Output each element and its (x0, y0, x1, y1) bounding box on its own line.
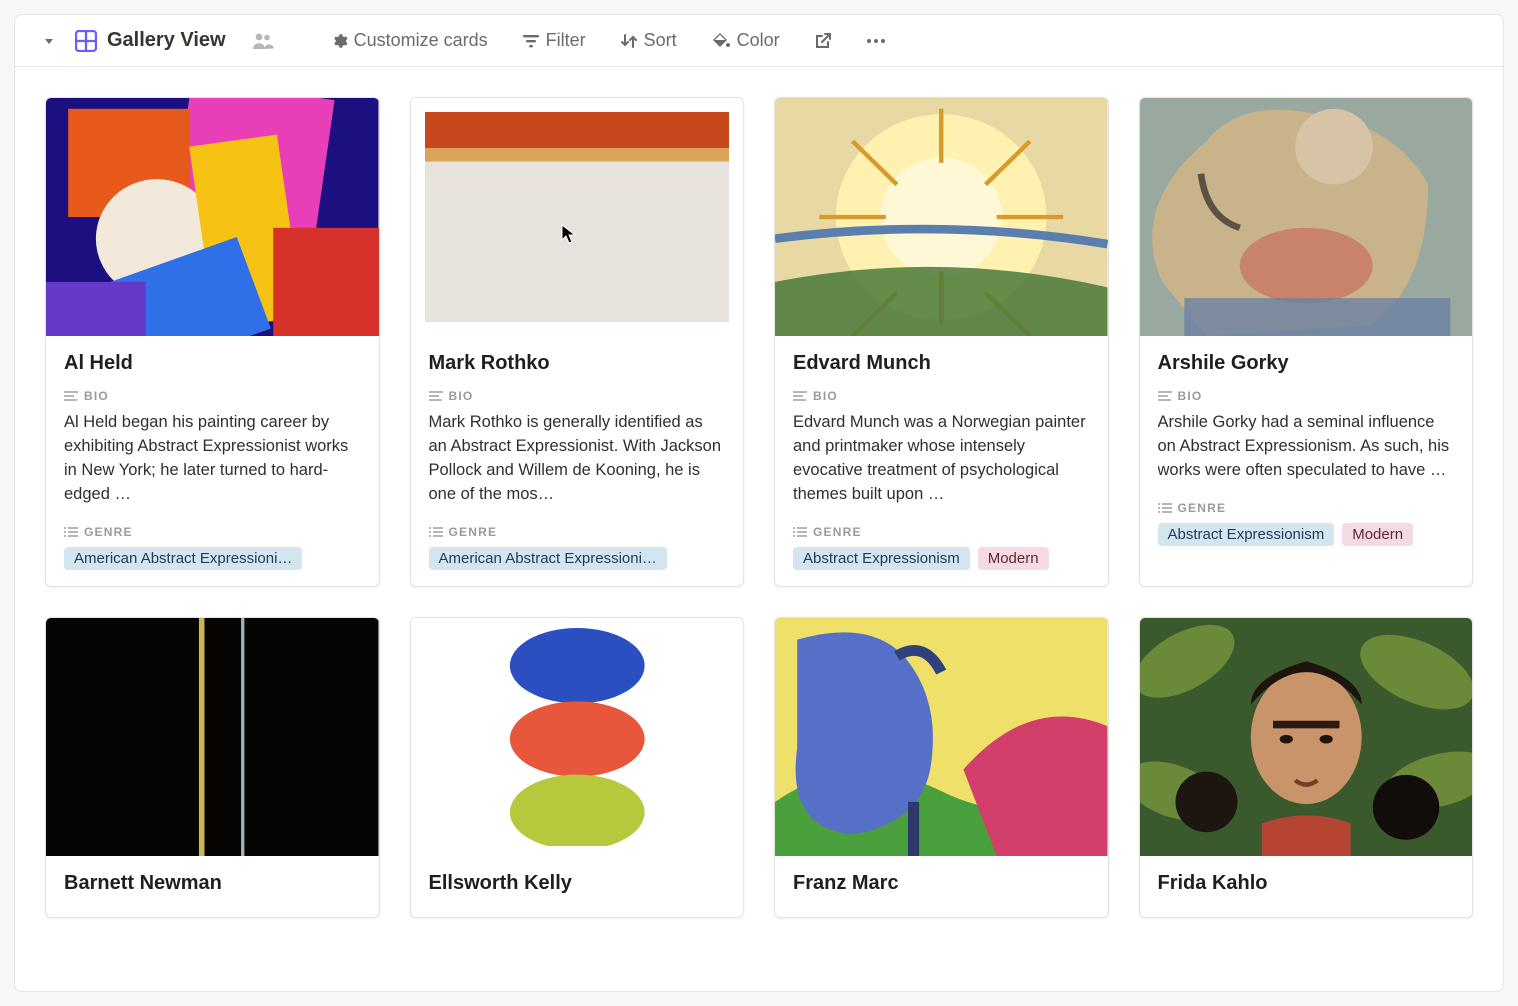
multiselect-property-icon (429, 526, 443, 538)
card-tags: Abstract Expressionism Modern (1158, 523, 1455, 546)
open-external-icon (814, 32, 832, 50)
bio-property-label: BIO (1158, 389, 1455, 403)
filter-label: Filter (546, 30, 586, 51)
card-bio: Arshile Gorky had a seminal influence on… (1158, 411, 1455, 483)
card-cover-image (46, 98, 379, 336)
paint-bucket-icon (711, 32, 731, 50)
multiselect-property-icon (793, 526, 807, 538)
genre-tag: American Abstract Expressioni… (429, 547, 667, 570)
gallery-card[interactable]: Arshile Gorky BIO Arshile Gorky had a se… (1139, 97, 1474, 587)
bio-property-label: BIO (64, 389, 361, 403)
card-cover-image (775, 98, 1108, 336)
gallery-panel: Gallery View Customize cards Filter (14, 14, 1504, 992)
customize-cards-label: Customize cards (354, 30, 488, 51)
text-property-icon (64, 390, 78, 402)
gallery-grid: Al Held BIO Al Held began his painting c… (15, 67, 1503, 918)
genre-tag: Modern (1342, 523, 1413, 546)
text-property-icon (1158, 390, 1172, 402)
sort-button[interactable]: Sort (614, 26, 683, 55)
triangle-down-icon (43, 35, 55, 47)
gallery-card[interactable]: Franz Marc (774, 617, 1109, 918)
view-collapse-toggle[interactable] (37, 31, 61, 51)
people-button[interactable] (246, 27, 280, 55)
card-title: Ellsworth Kelly (429, 872, 726, 895)
card-bio: Edvard Munch was a Norwegian painter and… (793, 411, 1090, 507)
genre-tag: Modern (978, 547, 1049, 570)
card-cover-image (1140, 618, 1473, 856)
color-label: Color (737, 30, 780, 51)
filter-button[interactable]: Filter (516, 26, 592, 55)
card-cover-image (411, 98, 744, 336)
card-bio: Al Held began his painting career by exh… (64, 411, 361, 507)
genre-property-label: GENRE (429, 525, 726, 539)
gear-icon (330, 32, 348, 50)
card-cover-image (1140, 98, 1473, 336)
bio-property-label: BIO (793, 389, 1090, 403)
card-title: Arshile Gorky (1158, 352, 1455, 375)
genre-property-label: GENRE (1158, 501, 1455, 515)
color-button[interactable]: Color (705, 26, 786, 55)
card-cover-image (46, 618, 379, 856)
more-horizontal-icon (866, 38, 886, 44)
multiselect-property-icon (1158, 502, 1172, 514)
people-icon (252, 31, 274, 51)
genre-property-label: GENRE (64, 525, 361, 539)
multiselect-property-icon (64, 526, 78, 538)
genre-tag: Abstract Expressionism (1158, 523, 1335, 546)
sort-icon (620, 32, 638, 50)
cursor-icon (561, 224, 577, 244)
genre-property-label: GENRE (793, 525, 1090, 539)
gallery-card[interactable]: Barnett Newman (45, 617, 380, 918)
card-title: Frida Kahlo (1158, 872, 1455, 895)
card-cover-image (411, 618, 744, 856)
view-toolbar: Gallery View Customize cards Filter (15, 15, 1503, 67)
customize-cards-button[interactable]: Customize cards (324, 26, 494, 55)
filter-icon (522, 33, 540, 49)
card-title: Edvard Munch (793, 352, 1090, 375)
bio-property-label: BIO (429, 389, 726, 403)
more-button[interactable] (860, 34, 892, 48)
card-tags: American Abstract Expressioni… (64, 547, 361, 570)
card-tags: Abstract Expressionism Modern (793, 547, 1090, 570)
view-name-label: Gallery View (107, 29, 226, 52)
view-switcher[interactable]: Gallery View (69, 25, 232, 56)
gallery-card[interactable]: Mark Rothko BIO Mark Rothko is generally… (410, 97, 745, 587)
gallery-card[interactable]: Edvard Munch BIO Edvard Munch was a Norw… (774, 97, 1109, 587)
gallery-card[interactable]: Al Held BIO Al Held began his painting c… (45, 97, 380, 587)
text-property-icon (429, 390, 443, 402)
gallery-card[interactable]: Ellsworth Kelly (410, 617, 745, 918)
card-bio: Mark Rothko is generally identified as a… (429, 411, 726, 507)
open-external-button[interactable] (808, 28, 838, 54)
genre-tag: American Abstract Expressioni… (64, 547, 302, 570)
card-tags: American Abstract Expressioni… (429, 547, 726, 570)
card-title: Barnett Newman (64, 872, 361, 895)
gallery-card[interactable]: Frida Kahlo (1139, 617, 1474, 918)
genre-tag: Abstract Expressionism (793, 547, 970, 570)
card-title: Franz Marc (793, 872, 1090, 895)
card-title: Al Held (64, 352, 361, 375)
card-cover-image (775, 618, 1108, 856)
gallery-grid-icon (75, 30, 97, 52)
text-property-icon (793, 390, 807, 402)
sort-label: Sort (644, 30, 677, 51)
card-title: Mark Rothko (429, 352, 726, 375)
